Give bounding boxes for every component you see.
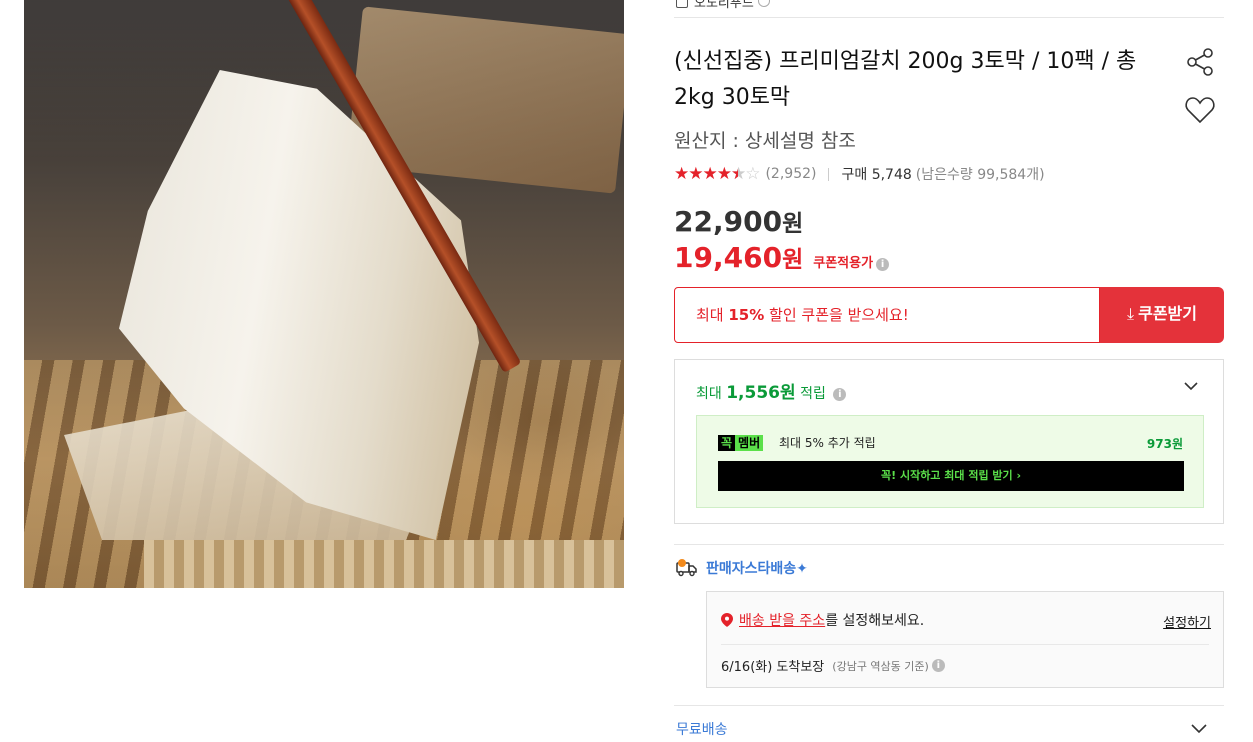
address-box: 배송 받을 주소 를 설정해보세요. 설정하기 6/16(화) 도착보장 (강남구… bbox=[706, 591, 1224, 688]
divider bbox=[721, 644, 1209, 645]
get-coupon-button[interactable]: ⤓ 쿠폰받기 bbox=[1100, 287, 1224, 343]
member-start-button[interactable]: 꼭! 시작하고 최대 적립 받기 › bbox=[718, 461, 1184, 491]
shipping-header: 판매자스타배송✦ bbox=[676, 558, 808, 578]
purchase-count: 구매 5,748 bbox=[841, 167, 912, 183]
brand-label[interactable]: 오도리푸드 bbox=[694, 0, 754, 11]
currency-label: 원 bbox=[782, 247, 804, 273]
address-suffix: 를 설정해보세요. bbox=[825, 613, 925, 629]
share-icon[interactable] bbox=[1184, 46, 1216, 78]
info-icon[interactable]: i bbox=[876, 258, 890, 271]
coupon-price-tag: 쿠폰적용가 bbox=[813, 256, 874, 271]
origin-text: 원산지 : 상세설명 참조 bbox=[674, 130, 856, 152]
remaining-stock: (남은수량 99,584개) bbox=[915, 167, 1045, 183]
store-icon bbox=[676, 0, 688, 8]
shipping-title: 판매자스타배송✦ bbox=[706, 561, 808, 577]
section-divider bbox=[674, 544, 1224, 545]
address-link[interactable]: 배송 받을 주소 bbox=[739, 610, 825, 630]
arrival-info: 6/16(화) 도착보장 (강남구 역삼동 기준) i bbox=[721, 656, 945, 675]
rating-row: ★★★★★★☆ (2,952) 구매 5,748 (남은수량 99,584개) bbox=[674, 164, 1045, 184]
info-icon[interactable]: i bbox=[931, 659, 945, 672]
arrival-location: (강남구 역삼동 기준) bbox=[832, 659, 929, 673]
reward-prefix: 최대 bbox=[696, 386, 727, 402]
star-rating[interactable]: ★★★★★★☆ bbox=[674, 164, 760, 184]
original-price: 22,900원 bbox=[674, 204, 803, 238]
reward-summary: 최대 1,556원 적립 i bbox=[696, 378, 847, 403]
section-divider bbox=[674, 705, 1224, 706]
location-pin-icon bbox=[721, 613, 733, 627]
member-benefit-box: 꼭 멤버 최대 5% 추가 적립 973원 꼭! 시작하고 최대 적립 받기 › bbox=[696, 415, 1204, 508]
download-icon: ⤓ bbox=[1127, 306, 1135, 323]
coupon-prefix: 최대 bbox=[696, 306, 729, 324]
product-image[interactable] bbox=[24, 0, 624, 588]
member-desc: 최대 5% 추가 적립 bbox=[779, 436, 876, 450]
reward-panel: 최대 1,556원 적립 i 꼭 멤버 최대 5% 추가 적립 973원 꼭! 시… bbox=[674, 359, 1224, 524]
review-count[interactable]: (2,952) bbox=[765, 166, 816, 182]
reward-suffix: 적립 bbox=[795, 386, 826, 402]
product-title: (신선집중) 프리미엄갈치 200g 3토막 / 10팩 / 총2kg 30토막 bbox=[674, 49, 1137, 110]
product-page: 오도리푸드 (신선집중) 프리미엄갈치 200g 3토막 / 10팩 / 총2k… bbox=[0, 0, 1253, 742]
truck-icon bbox=[676, 559, 697, 577]
get-coupon-label: 쿠폰받기 bbox=[1138, 306, 1197, 323]
member-badge-k: 꼭 bbox=[718, 435, 736, 451]
help-icon[interactable] bbox=[757, 0, 770, 7]
chevron-down-icon[interactable] bbox=[1190, 722, 1208, 736]
sale-price: 19,460 원 쿠폰적용가 i bbox=[674, 240, 890, 274]
info-icon[interactable]: i bbox=[833, 387, 847, 401]
member-amount: 973원 bbox=[1146, 437, 1183, 451]
coupon-banner: 최대 15% 할인 쿠폰을 받으세요! bbox=[674, 287, 1100, 343]
currency-label: 원 bbox=[782, 211, 804, 237]
sale-price-value: 19,460 bbox=[674, 241, 783, 274]
coupon-percent: 15% bbox=[728, 306, 765, 324]
original-price-value: 22,900 bbox=[674, 205, 783, 238]
wishlist-heart-icon[interactable] bbox=[1184, 94, 1216, 126]
reward-amount: 1,556원 bbox=[726, 383, 796, 403]
address-line: 배송 받을 주소 를 설정해보세요. bbox=[721, 610, 924, 630]
member-badge-m: 멤버 bbox=[735, 435, 764, 451]
divider bbox=[828, 167, 830, 181]
free-shipping-label: 무료배송 bbox=[676, 722, 728, 738]
member-badge: 꼭 멤버 bbox=[718, 434, 764, 451]
chevron-down-icon[interactable] bbox=[1183, 378, 1199, 394]
arrival-date: 6/16(화) 도착보장 bbox=[721, 660, 825, 675]
brand-row[interactable]: 오도리푸드 bbox=[674, 0, 1224, 18]
set-address-link[interactable]: 설정하기 bbox=[1163, 612, 1211, 631]
coupon-suffix: 할인 쿠폰을 받으세요! bbox=[764, 306, 909, 324]
